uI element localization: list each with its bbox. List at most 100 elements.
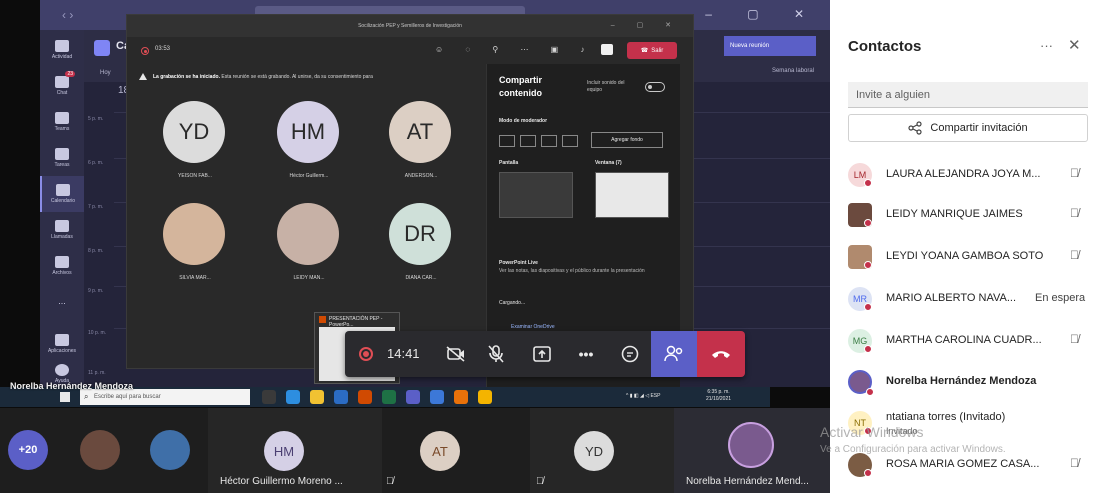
edge-icon[interactable] — [286, 390, 300, 404]
taskbar-search[interactable]: Escribe aquí para buscar — [80, 389, 250, 405]
participants-button[interactable] — [651, 331, 697, 377]
rail-item-calls[interactable]: Llamadas — [40, 212, 84, 248]
contact-row[interactable]: MR MARIO ALBERTO NAVA... En espera — [848, 284, 1095, 314]
screen-thumbnail[interactable] — [499, 172, 573, 218]
calendar-icon — [94, 40, 110, 56]
contact-row[interactable]: LEIDY MANRIQUE JAIMES 🎙̸ — [848, 200, 1095, 230]
firefox-icon[interactable] — [454, 390, 468, 404]
rail-item-calendar[interactable]: Calendario — [40, 176, 84, 212]
share-invite-button[interactable]: Compartir invitación — [848, 114, 1088, 142]
browse-onedrive-link[interactable]: Examinar OneDrive — [511, 324, 555, 330]
include-sound-toggle[interactable] — [645, 82, 665, 92]
window-thumbnail[interactable] — [595, 172, 669, 218]
more-participants-badge: +20 — [8, 430, 48, 470]
warning-icon — [139, 73, 147, 80]
participant-tile: SILVIA MAR... — [141, 203, 261, 321]
participant-photo — [80, 430, 120, 470]
participant-video-cell — [130, 408, 208, 493]
close-icon[interactable]: ✕ — [1068, 36, 1081, 54]
meeting-tools[interactable]: ☺ ◌ ⚲ ⋯ ▣ ♪ — [435, 45, 594, 54]
windows-start-icon[interactable] — [60, 392, 70, 402]
window-label: Ventana (7) — [595, 160, 622, 166]
today-button[interactable]: Hoy — [100, 70, 111, 76]
presence-busy-icon — [864, 469, 872, 477]
rail-label: Llamadas — [51, 234, 73, 240]
share-tray-icon[interactable] — [601, 44, 613, 55]
chat-icon[interactable] — [617, 341, 643, 367]
mode-content-only-button[interactable] — [499, 135, 515, 147]
more-options-icon[interactable]: ··· — [1040, 38, 1053, 53]
camera-off-icon[interactable] — [443, 341, 469, 367]
powerpoint-icon[interactable] — [358, 390, 372, 404]
contacts-title: Contactos — [848, 38, 922, 55]
new-meeting-button[interactable]: Nueva reunión — [724, 36, 816, 56]
presence-busy-icon — [864, 179, 872, 187]
recording-banner-title: La grabación se ha iniciado. — [153, 74, 220, 80]
contact-row[interactable]: LM LAURA ALEJANDRA JOYA M... 🎙̸ — [848, 160, 1095, 190]
mode-side-by-side-button[interactable] — [541, 135, 557, 147]
mic-off-icon[interactable] — [483, 341, 509, 367]
rail-item-files[interactable]: Archivos — [40, 248, 84, 284]
contact-avatar: MR — [848, 287, 872, 311]
excel-icon[interactable] — [382, 390, 396, 404]
teams-icon[interactable] — [406, 390, 420, 404]
call-duration: 14:41 — [387, 346, 420, 361]
mail-icon[interactable] — [430, 390, 444, 404]
hour-label: 5 p. m. — [88, 116, 104, 122]
contact-avatar — [848, 203, 872, 227]
system-tray[interactable]: ^ ▮ ◧ ◢ ◁ ESP — [626, 393, 660, 399]
contact-row[interactable]: LEYDI YOANA GAMBOA SOTO 🎙̸ — [848, 242, 1095, 272]
chrome-icon[interactable] — [478, 390, 492, 404]
folder-icon[interactable] — [310, 390, 324, 404]
participant-tile: LEIDY MAN... — [255, 203, 375, 321]
participant-avatar: YD — [574, 431, 614, 471]
more-participants-cell[interactable]: +20 — [0, 408, 60, 493]
recording-banner: La grabación se ha iniciado. Esta reunió… — [127, 65, 485, 89]
window-controls[interactable]: – ▢ ✕ — [611, 15, 681, 37]
rail-item-more[interactable]: ... — [40, 282, 84, 318]
participant-avatar: HM — [277, 101, 339, 163]
mode-standout-button[interactable] — [520, 135, 536, 147]
powerpoint-live-description: Ver las notas, las diapositivas y el púb… — [499, 268, 645, 274]
share-screen-icon[interactable] — [529, 341, 555, 367]
mode-reporter-button[interactable] — [562, 135, 578, 147]
presence-busy-icon — [864, 345, 872, 353]
rail-item-activity[interactable]: Actividad — [40, 32, 84, 68]
activate-windows-watermark: Activar Windows — [820, 424, 924, 440]
participant-video-cell: YD 🎙̸ — [530, 408, 674, 493]
participant-video-cell: AT 🎙̸ — [382, 408, 530, 493]
word-icon[interactable] — [334, 390, 348, 404]
meeting-toolbar: 03:53 ☺ ◌ ⚲ ⋯ ▣ ♪ ☎ Salir — [127, 37, 693, 65]
contact-name: LEIDY MANRIQUE JAIMES — [886, 208, 1023, 220]
week-view-select[interactable]: Semana laboral — [772, 68, 814, 74]
contact-name: ROSA MARIA GOMEZ CASA... — [886, 458, 1040, 470]
leave-button[interactable]: ☎ Salir — [627, 42, 677, 59]
screen: ‹ › – ▢ ✕ Actividad 23 Chat Teams Tareas — [0, 0, 1095, 493]
rail-item-chat[interactable]: 23 Chat — [40, 68, 84, 104]
hang-up-button[interactable] — [697, 331, 745, 377]
task-view-icon[interactable] — [262, 390, 276, 404]
participant-avatar: DR — [389, 203, 451, 265]
participant-tile: YD YEISON FAB... — [141, 101, 261, 219]
participant-tile: HM Héctor Guillerm... — [255, 101, 375, 219]
hour-label: 10 p. m. — [88, 330, 107, 336]
invite-input[interactable]: Invite a alguien — [848, 82, 1088, 108]
nav-arrows-icon[interactable]: ‹ › — [62, 8, 73, 22]
calendar-icon — [56, 184, 70, 196]
add-background-button[interactable]: Agregar fondo — [591, 132, 663, 148]
rail-item-teams[interactable]: Teams — [40, 104, 84, 140]
participant-video-cell: HM Héctor Guillermo Moreno ... — [208, 408, 382, 493]
taskbar-clock[interactable]: 6:35 p. m. 21/10/2021 — [706, 389, 731, 403]
recording-banner-text: Esta reunión se está grabando. Al unirse… — [221, 74, 373, 80]
participant-name: LEIDY MAN... — [293, 275, 325, 281]
hour-label: 11 p. m. — [88, 370, 106, 376]
mic-off-icon: 🎙̸ — [1070, 166, 1079, 180]
share-panel-title: Compartir contenido — [499, 75, 543, 98]
contact-avatar — [848, 453, 872, 477]
contact-row[interactable]: MG MARTHA CAROLINA CUADR... 🎙̸ — [848, 326, 1095, 356]
contact-row[interactable]: Norelba Hernández Mendoza — [848, 367, 1095, 397]
window-controls[interactable]: – ▢ ✕ — [705, 7, 820, 21]
rail-item-tasks[interactable]: Tareas — [40, 140, 84, 176]
contact-avatar — [848, 245, 872, 269]
more-options-icon[interactable]: ••• — [573, 341, 599, 367]
